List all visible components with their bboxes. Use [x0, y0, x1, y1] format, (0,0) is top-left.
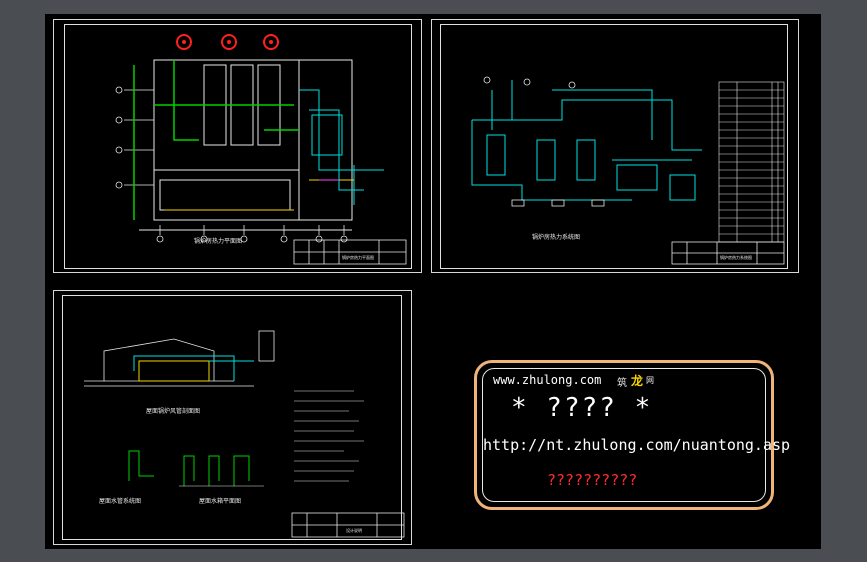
promo-site[interactable]: www.zhulong.com — [493, 373, 601, 387]
system-caption: 锅炉房热力系统图 — [532, 234, 581, 241]
promo-brand-1: 筑 — [617, 378, 627, 389]
system-drawing — [471, 76, 785, 265]
promo-brand-2: 龙 — [631, 374, 644, 388]
plan-drawing — [115, 34, 407, 265]
roof-titleblock-label: 设计说明 — [346, 528, 362, 533]
drawing-sheet-system[interactable]: 锅炉房热力系统图 锅炉房热力系统图 — [431, 19, 799, 273]
roof-left-caption: 屋面水管系统图 — [99, 498, 142, 505]
plan-titleblock-label: 锅炉房热力平面图 — [342, 255, 374, 260]
drawing-sheet-plan[interactable]: 锅炉房热力平面图 锅炉房热力平面图 — [53, 19, 422, 273]
drawing-sheet-roof[interactable]: 屋面锅炉风管剖面图 屋面水管系统图 屋面水箱平面图 设计说明 — [53, 290, 412, 545]
promo-box: www.zhulong.com 筑 龙 网 * ???? * http://nt… — [474, 360, 790, 510]
system-titleblock-label: 锅炉房热力系统图 — [720, 255, 752, 260]
promo-url[interactable]: http://nt.zhulong.com/nuantong.asp — [483, 436, 790, 454]
promo-brand-3: 网 — [646, 376, 654, 385]
drawing-canvas[interactable]: 锅炉房热力平面图 锅炉房热力平面图 锅炉房热力系统图 锅炉房热力系统图 屋面锅炉… — [45, 14, 821, 549]
roof-right-caption: 屋面水箱平面图 — [199, 498, 242, 505]
roof-drawing — [84, 330, 405, 538]
promo-title: * ???? * — [511, 393, 653, 423]
plan-caption: 锅炉房热力平面图 — [194, 238, 243, 245]
roof-elevation-caption: 屋面锅炉风管剖面图 — [146, 408, 201, 415]
promo-note: ?????????? — [547, 471, 638, 489]
